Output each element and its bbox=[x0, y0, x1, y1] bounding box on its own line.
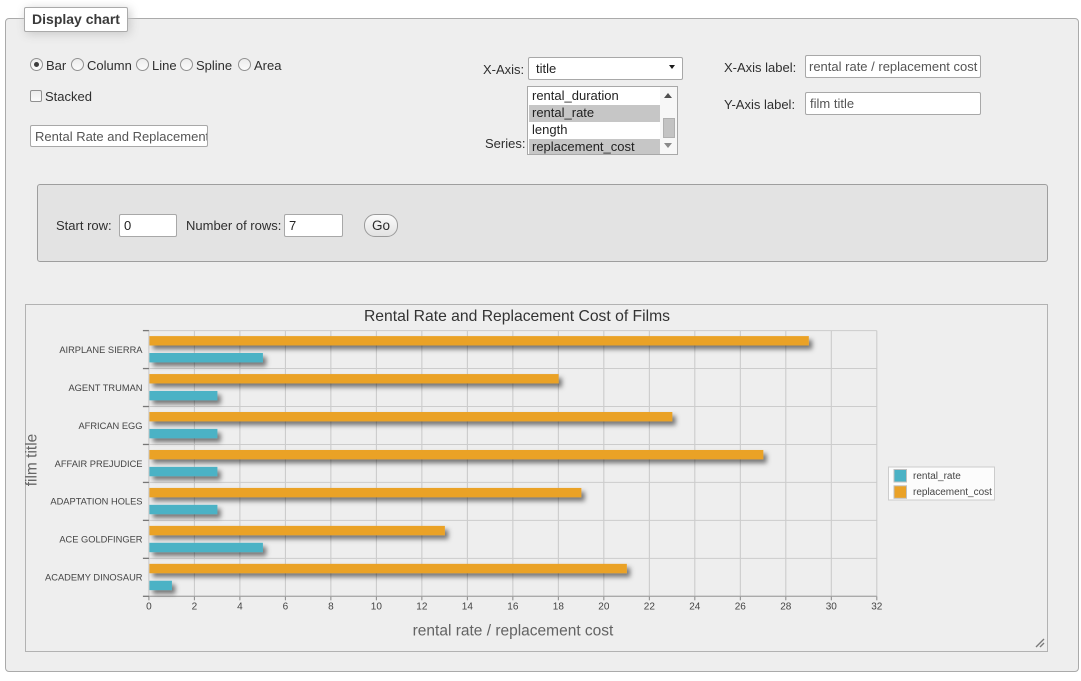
svg-text:ACADEMY DINOSAUR: ACADEMY DINOSAUR bbox=[45, 573, 143, 583]
svg-text:30: 30 bbox=[826, 601, 838, 612]
svg-text:24: 24 bbox=[689, 601, 701, 612]
svg-text:8: 8 bbox=[328, 601, 334, 612]
svg-text:4: 4 bbox=[237, 601, 243, 612]
svg-text:32: 32 bbox=[871, 601, 883, 612]
svg-text:AGENT TRUMAN: AGENT TRUMAN bbox=[68, 383, 142, 393]
svg-text:AFRICAN EGG: AFRICAN EGG bbox=[78, 421, 142, 431]
svg-text:replacement_cost: replacement_cost bbox=[913, 487, 992, 498]
svg-text:26: 26 bbox=[735, 601, 747, 612]
svg-text:10: 10 bbox=[371, 601, 383, 612]
svg-text:AFFAIR PREJUDICE: AFFAIR PREJUDICE bbox=[55, 459, 143, 469]
svg-text:0: 0 bbox=[146, 601, 152, 612]
svg-text:6: 6 bbox=[283, 601, 289, 612]
svg-text:AIRPLANE SIERRA: AIRPLANE SIERRA bbox=[59, 345, 143, 355]
svg-text:14: 14 bbox=[462, 601, 474, 612]
svg-text:Rental Rate and Replacement Co: Rental Rate and Replacement Cost of Film… bbox=[364, 308, 670, 325]
svg-text:12: 12 bbox=[416, 601, 428, 612]
svg-text:2: 2 bbox=[192, 601, 198, 612]
svg-text:ACE GOLDFINGER: ACE GOLDFINGER bbox=[59, 535, 142, 545]
svg-text:18: 18 bbox=[553, 601, 565, 612]
svg-text:rental rate / replacement cost: rental rate / replacement cost bbox=[413, 622, 614, 639]
svg-text:22: 22 bbox=[644, 601, 656, 612]
svg-text:film title: film title bbox=[24, 434, 41, 487]
svg-text:28: 28 bbox=[780, 601, 792, 612]
svg-text:rental_rate: rental_rate bbox=[913, 471, 961, 482]
svg-text:16: 16 bbox=[507, 601, 519, 612]
svg-text:20: 20 bbox=[598, 601, 610, 612]
svg-text:ADAPTATION HOLES: ADAPTATION HOLES bbox=[50, 497, 142, 507]
